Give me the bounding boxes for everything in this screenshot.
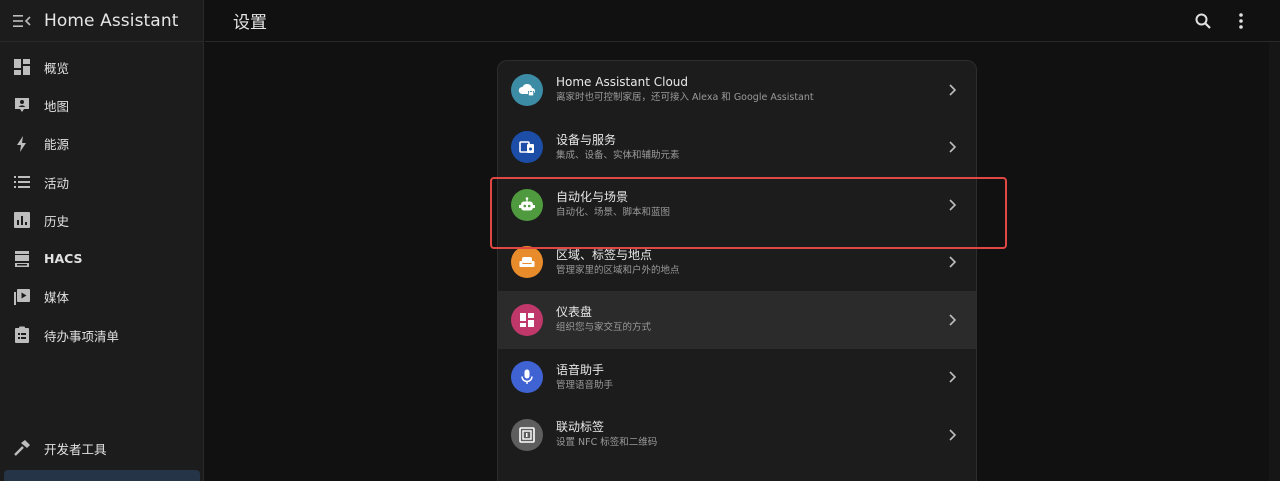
- sidebar-item-history[interactable]: 历史: [0, 201, 203, 239]
- page-title: 设置: [233, 13, 267, 33]
- sidebar-item-label: 概览: [44, 60, 70, 76]
- sidebar-item-label: 能源: [44, 137, 70, 153]
- chevron-right-icon: [942, 80, 962, 100]
- hammer-icon: [12, 438, 32, 458]
- settings-row-automations[interactable]: 自动化与场景 自动化、场景、脚本和蓝图: [498, 176, 976, 234]
- settings-row-tags[interactable]: 联动标签 设置 NFC 标签和二维码: [498, 406, 976, 464]
- row-title: 仪表盘: [556, 305, 593, 320]
- sidebar-item-label: 历史: [44, 213, 70, 229]
- row-subtitle: 组织您与家交互的方式: [556, 322, 652, 334]
- row-texts: Home Assistant Cloud 离家时也可控制家居，还可接入 Alex…: [556, 75, 942, 104]
- chevron-right-icon: [942, 367, 962, 387]
- sidebar: Home Assistant 概览 地图 能源 活动 历史 HACS 媒体 待办…: [0, 0, 204, 481]
- app-root: Home Assistant 概览 地图 能源 活动 历史 HACS 媒体 待办…: [0, 0, 1280, 481]
- row-subtitle: 集成、设备、实体和辅助元素: [556, 149, 680, 161]
- sidebar-nav: 概览 地图 能源 活动 历史 HACS 媒体 待办事项清单: [0, 42, 203, 354]
- sidebar-item-logbook[interactable]: 活动: [0, 163, 203, 201]
- sidebar-item-label: 活动: [44, 175, 70, 191]
- sidebar-bottom: 开发者工具: [0, 429, 204, 467]
- sidebar-item-hacs[interactable]: HACS: [0, 239, 203, 277]
- search-icon[interactable]: [1191, 9, 1215, 33]
- sidebar-item-todo[interactable]: 待办事项清单: [0, 316, 203, 354]
- sidebar-item-label: 开发者工具: [44, 441, 107, 457]
- sofa-icon: [511, 246, 543, 279]
- lightning-bolt-icon: [12, 134, 32, 154]
- devices-icon: [511, 131, 543, 164]
- row-texts: 语音助手 管理语音助手: [556, 363, 942, 392]
- row-title: Home Assistant Cloud: [556, 75, 689, 90]
- hacs-icon: [12, 249, 32, 269]
- sidebar-item-developer-tools[interactable]: 开发者工具: [0, 429, 204, 467]
- format-list-icon: [12, 172, 32, 192]
- sidebar-header: Home Assistant: [0, 0, 203, 42]
- sidebar-item-label: 媒体: [44, 290, 70, 306]
- chevron-right-icon: [942, 425, 962, 445]
- row-texts: 仪表盘 组织您与家交互的方式: [556, 305, 942, 334]
- settings-row-voice-assistants[interactable]: 语音助手 管理语音助手: [498, 349, 976, 407]
- scrollbar-track[interactable]: [1269, 42, 1280, 481]
- more-vert-icon[interactable]: [1229, 9, 1253, 33]
- robot-icon: [511, 188, 543, 221]
- sidebar-item-label: HACS: [44, 251, 83, 267]
- clipboard-list-icon: [12, 325, 32, 345]
- settings-row-devices[interactable]: 设备与服务 集成、设备、实体和辅助元素: [498, 119, 976, 177]
- chart-box-icon: [12, 210, 32, 230]
- settings-row-dashboards[interactable]: 仪表盘 组织您与家交互的方式: [498, 291, 976, 349]
- menu-collapse-icon[interactable]: [12, 11, 32, 31]
- row-subtitle: 自动化、场景、脚本和蓝图: [556, 207, 671, 219]
- row-title: 设备与服务: [556, 132, 617, 147]
- view-dashboard-icon: [511, 303, 543, 336]
- play-box-multiple-icon: [12, 287, 32, 307]
- row-title: 联动标签: [556, 420, 605, 435]
- row-subtitle: 管理语音助手: [556, 379, 614, 391]
- toolbar-actions: [1177, 9, 1253, 33]
- top-app-bar: 设置: [205, 0, 1280, 42]
- map-account-icon: [12, 95, 32, 115]
- app-title: Home Assistant: [44, 10, 179, 31]
- sidebar-item-map[interactable]: 地图: [0, 86, 203, 124]
- cog-icon: [18, 476, 26, 481]
- sidebar-item-label: 待办事项清单: [44, 328, 120, 344]
- row-texts: 联动标签 设置 NFC 标签和二维码: [556, 420, 942, 449]
- sidebar-item-settings-active[interactable]: [4, 470, 200, 481]
- cloud-lock-icon: [511, 73, 543, 106]
- dashboard-icon: [12, 57, 32, 77]
- sidebar-item-label: 地图: [44, 98, 70, 114]
- chevron-right-icon: [942, 195, 962, 215]
- row-title: 语音助手: [556, 362, 605, 377]
- row-subtitle: 设置 NFC 标签和二维码: [556, 437, 658, 449]
- row-subtitle: 管理家里的区域和户外的地点: [556, 264, 680, 276]
- row-subtitle: 离家时也可控制家居，还可接入 Alexa 和 Google Assistant: [556, 92, 814, 104]
- settings-row-areas[interactable]: 区域、标签与地点 管理家里的区域和户外的地点: [498, 234, 976, 292]
- settings-card: Home Assistant Cloud 离家时也可控制家居，还可接入 Alex…: [497, 60, 977, 481]
- sidebar-item-energy[interactable]: 能源: [0, 125, 203, 163]
- nfc-icon: [511, 418, 543, 451]
- row-title: 区域、标签与地点: [556, 247, 653, 262]
- sidebar-item-overview[interactable]: 概览: [0, 48, 203, 86]
- microphone-icon: [511, 361, 543, 394]
- row-texts: 设备与服务 集成、设备、实体和辅助元素: [556, 133, 942, 162]
- row-texts: 区域、标签与地点 管理家里的区域和户外的地点: [556, 248, 942, 277]
- row-texts: 自动化与场景 自动化、场景、脚本和蓝图: [556, 190, 942, 219]
- chevron-right-icon: [942, 310, 962, 330]
- sidebar-item-media[interactable]: 媒体: [0, 278, 203, 316]
- chevron-right-icon: [942, 252, 962, 272]
- chevron-right-icon: [942, 137, 962, 157]
- settings-row-cloud[interactable]: Home Assistant Cloud 离家时也可控制家居，还可接入 Alex…: [498, 61, 976, 119]
- row-title: 自动化与场景: [556, 190, 629, 205]
